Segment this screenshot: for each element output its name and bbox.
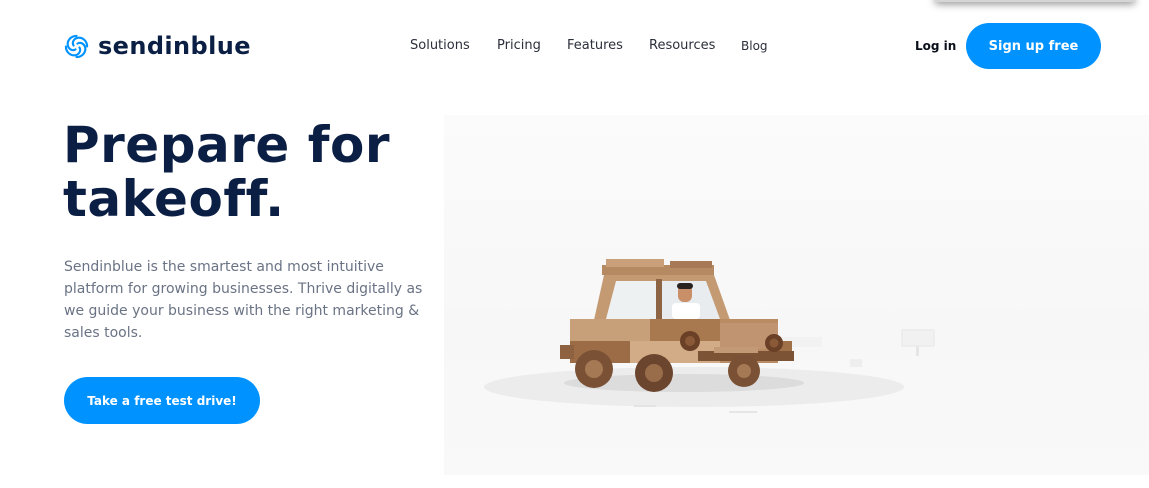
hero-illustration bbox=[444, 115, 1149, 475]
login-link[interactable]: Log in bbox=[915, 39, 956, 53]
brand-name: sendinblue bbox=[98, 32, 251, 60]
hero-title: Prepare for takeoff. bbox=[63, 116, 390, 228]
nav-resources[interactable]: Resources bbox=[649, 38, 715, 53]
sendinblue-swirl-logo-icon bbox=[64, 34, 89, 58]
page: sendinblue Solutions Pricing Features Re… bbox=[0, 0, 1149, 488]
signup-button[interactable]: Sign up free bbox=[966, 23, 1101, 69]
sendinblue-logo[interactable]: sendinblue bbox=[63, 32, 251, 60]
test-drive-button[interactable]: Take a free test drive! bbox=[64, 377, 260, 424]
wooden-toy-car-with-driver-illustration bbox=[484, 259, 935, 413]
floating-popup-edge bbox=[935, 0, 1135, 2]
nav-solutions[interactable]: Solutions bbox=[410, 38, 470, 53]
nav-features[interactable]: Features bbox=[567, 38, 623, 53]
hero-subtitle: Sendinblue is the smartest and most intu… bbox=[64, 259, 423, 341]
nav-blog[interactable]: Blog bbox=[741, 39, 768, 53]
nav-pricing[interactable]: Pricing bbox=[497, 38, 541, 53]
